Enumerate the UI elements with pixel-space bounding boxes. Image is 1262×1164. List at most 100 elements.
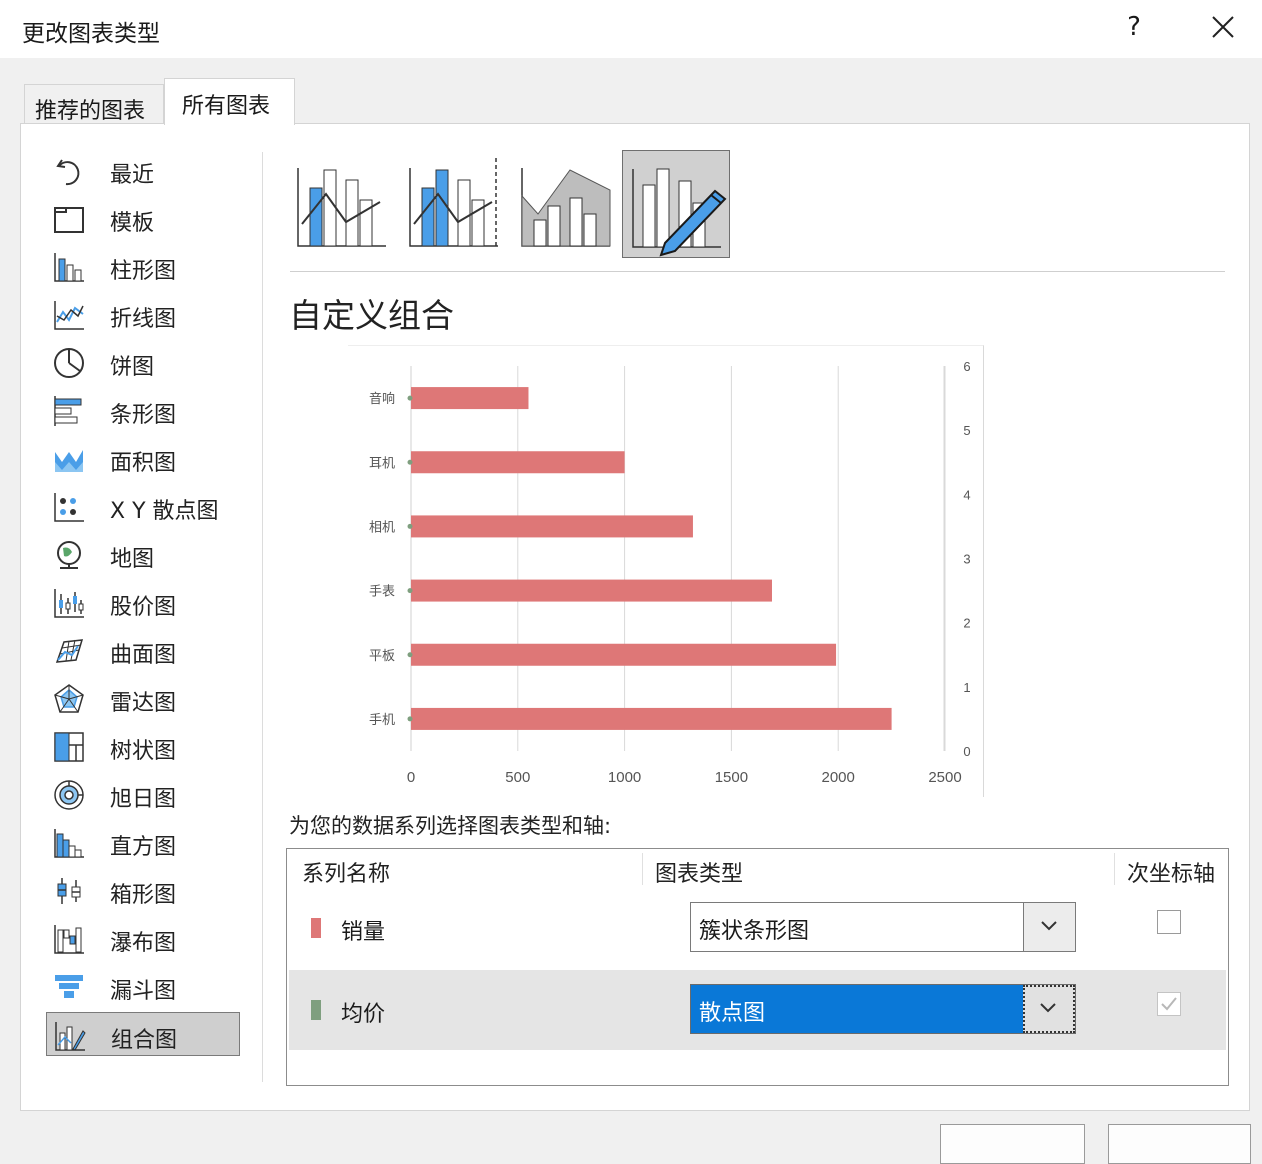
sidebar-item-map[interactable]: 地图 [46, 532, 240, 576]
dialog-title: 更改图表类型 [22, 21, 160, 47]
bar [411, 515, 693, 538]
chart-type-dropdown[interactable]: 簇状条形图 [690, 902, 1076, 952]
sidebar-item-label: 瀑布图 [110, 931, 177, 956]
sidebar-item-surface[interactable]: 曲面图 [46, 628, 240, 672]
subtype-stacked-area-clustered-column[interactable] [512, 150, 620, 258]
dropdown-button[interactable] [1023, 985, 1075, 1033]
secondary-y-tick-label: 6 [963, 359, 970, 374]
sidebar-item-label: 柱形图 [110, 259, 177, 284]
scatter-point [407, 395, 413, 401]
sidebar-item-histogram[interactable]: 直方图 [46, 820, 240, 864]
combo-section-title: 自定义组合 [289, 296, 454, 335]
header-divider [642, 853, 643, 885]
bar [411, 387, 529, 410]
x-tick-label: 1500 [715, 769, 748, 786]
sidebar-item-label: 模板 [110, 211, 155, 236]
gallery-divider [290, 271, 1225, 272]
line-chart-icon [54, 301, 84, 330]
sidebar-item-label: 地图 [110, 547, 155, 572]
series-row-avg-price[interactable]: 均价 散点图 [289, 970, 1226, 1050]
x-tick-label: 0 [407, 769, 415, 786]
x-tick-label: 1000 [608, 769, 641, 786]
subtype-clustered-column-line-secondary-axis[interactable] [400, 150, 508, 258]
sidebar-item-scatter[interactable]: X Y 散点图 [46, 484, 240, 528]
secondary-y-tick-label: 5 [963, 423, 970, 438]
bar [411, 707, 892, 730]
sidebar-item-label: 箱形图 [110, 883, 177, 908]
sidebar-item-label: 面积图 [110, 451, 177, 476]
sidebar-item-column[interactable]: 柱形图 [46, 244, 240, 288]
sidebar-item-box[interactable]: 箱形图 [46, 868, 240, 912]
sidebar-item-bar[interactable]: 条形图 [46, 388, 240, 432]
help-button[interactable]: ? [1122, 12, 1146, 42]
scatter-chart-icon [54, 493, 84, 522]
tab-recommended-charts[interactable]: 推荐的图表 [24, 84, 164, 124]
y-tick-label: 耳机 [369, 455, 395, 470]
chevron-down-icon [1040, 1003, 1056, 1013]
y-tick-label: 平板 [369, 648, 395, 663]
sidebar-item-label: 股价图 [110, 595, 177, 620]
subtype-clustered-column-line[interactable] [288, 150, 396, 258]
y-tick-label: 手机 [369, 712, 395, 727]
stacked-area-clustered-column-icon [521, 168, 611, 247]
subtype-custom-combination[interactable] [622, 150, 730, 258]
secondary-y-tick-label: 3 [963, 552, 970, 567]
sidebar-item-radar[interactable]: 雷达图 [46, 676, 240, 720]
chart-preview: 0 500 1000 1500 2000 2500 手机 平板 手表 相机 耳机 音响 0 1 2 3 4 5 6 [348, 345, 984, 797]
chevron-down-icon [1041, 921, 1057, 931]
waterfall-chart-icon [54, 925, 84, 954]
bar [411, 451, 625, 474]
sunburst-chart-icon [54, 780, 84, 810]
sidebar-item-template[interactable]: 模板 [46, 196, 240, 240]
secondary-axis-checkbox[interactable] [1157, 910, 1181, 934]
sidebar-item-line[interactable]: 折线图 [46, 292, 240, 336]
sidebar-item-label: 最近 [110, 163, 155, 188]
sidebar-item-sunburst[interactable]: 旭日图 [46, 772, 240, 816]
area-chart-icon [55, 450, 83, 472]
x-tick-label: 500 [505, 769, 530, 786]
close-button[interactable] [1208, 12, 1238, 42]
template-icon [54, 207, 84, 233]
scatter-point [407, 652, 413, 658]
x-tick-label: 2500 [928, 769, 961, 786]
chart-type-dropdown[interactable]: 散点图 [690, 984, 1076, 1034]
ok-button[interactable] [940, 1124, 1085, 1164]
histogram-chart-icon [54, 829, 84, 858]
secondary-y-tick-label: 4 [963, 487, 970, 502]
treemap-chart-icon [54, 732, 84, 762]
sidebar-item-treemap[interactable]: 树状图 [46, 724, 240, 768]
header-divider [1114, 853, 1115, 885]
scatter-point [407, 588, 413, 594]
pie-chart-icon [54, 348, 84, 378]
tab-all-charts[interactable]: 所有图表 [164, 78, 295, 125]
sidebar-item-waterfall[interactable]: 瀑布图 [46, 916, 240, 960]
sidebar-item-label: 组合图 [111, 1028, 178, 1053]
bar [411, 643, 837, 666]
scatter-point [407, 523, 413, 529]
header-series-name: 系列名称 [302, 862, 391, 887]
sidebar-item-recent[interactable]: 最近 [46, 148, 240, 192]
stock-chart-icon [54, 589, 84, 618]
sidebar-item-stock[interactable]: 股价图 [46, 580, 240, 624]
sidebar-item-area[interactable]: 面积图 [46, 436, 240, 480]
series-row-sales[interactable]: 销量 簇状条形图 [289, 890, 1226, 970]
column-chart-icon [54, 253, 84, 282]
secondary-y-tick-label: 2 [963, 616, 970, 631]
bar [411, 579, 772, 602]
cancel-button[interactable] [1108, 1124, 1251, 1164]
clustered-column-line-icon [297, 168, 386, 247]
checkmark-icon [1161, 997, 1177, 1011]
sidebar-item-funnel[interactable]: 漏斗图 [46, 964, 240, 1008]
sidebar-item-combo[interactable]: 组合图 [46, 1012, 240, 1056]
dropdown-button[interactable] [1023, 903, 1075, 951]
y-tick-label: 手表 [369, 584, 395, 599]
series-color-swatch [311, 918, 321, 938]
header-chart-type: 图表类型 [655, 862, 744, 887]
sidebar-item-pie[interactable]: 饼图 [46, 340, 240, 384]
custom-combination-icon [632, 168, 727, 257]
secondary-axis-checkbox[interactable] [1157, 992, 1181, 1016]
series-color-swatch [311, 1000, 321, 1020]
sidebar-item-label: 折线图 [110, 307, 177, 332]
panel-divider [262, 152, 263, 1082]
sidebar-item-label: 直方图 [110, 835, 177, 860]
